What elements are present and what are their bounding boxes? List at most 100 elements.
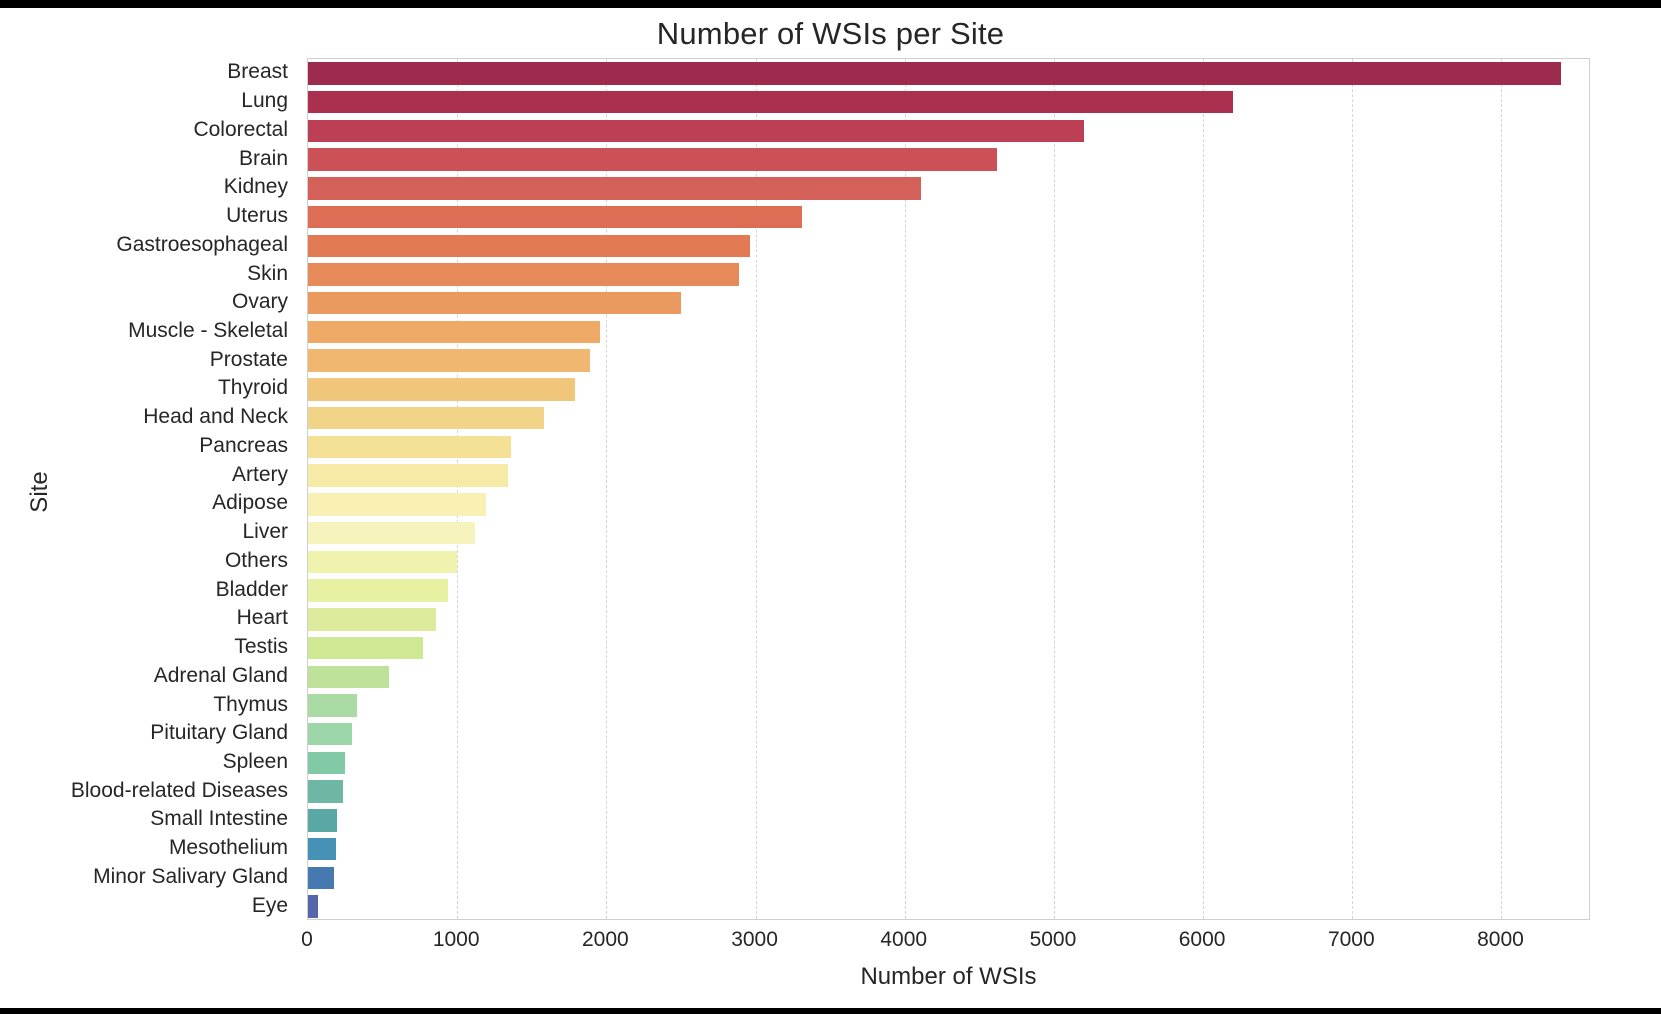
bar-brain[interactable]	[308, 148, 998, 171]
bar-row	[308, 234, 1591, 257]
bar-row	[308, 62, 1591, 85]
x-tick-label: 5000	[1029, 928, 1077, 951]
y-tick-label: Pancreas	[199, 433, 288, 457]
bar-blood-related-diseases[interactable]	[308, 780, 344, 803]
bar-pituitary-gland[interactable]	[308, 723, 352, 746]
screen-top-letterbox	[0, 0, 1661, 8]
bar-row	[308, 349, 1591, 372]
y-tick-label: Eye	[251, 893, 288, 917]
bar-row	[308, 177, 1591, 200]
x-axis-title: Number of WSIs	[860, 963, 1037, 990]
bar-adipose[interactable]	[308, 493, 486, 516]
y-tick-label: Lung	[241, 89, 288, 113]
bar-mesothelium[interactable]	[308, 837, 336, 861]
bar-row	[308, 751, 1591, 775]
y-tick-label: Bladder	[215, 577, 288, 601]
x-tick-label: 3000	[731, 928, 778, 951]
x-tick-label: 8000	[1477, 928, 1524, 951]
y-tick-label: Breast	[227, 60, 288, 84]
bar-row	[308, 608, 1591, 631]
bar-pancreas[interactable]	[308, 435, 511, 459]
bar-row	[308, 406, 1591, 430]
x-tick-label: 6000	[1178, 928, 1226, 951]
bar-row	[308, 493, 1591, 516]
y-tick-label: Ovary	[231, 290, 288, 314]
bar-colorectal[interactable]	[308, 119, 1084, 143]
bar-row	[308, 866, 1591, 890]
y-tick-label: Artery	[231, 462, 288, 486]
bar-lung[interactable]	[308, 90, 1233, 114]
bar-row	[308, 148, 1591, 171]
bar-row	[308, 550, 1591, 574]
bar-ovary[interactable]	[308, 292, 681, 315]
bar-row	[308, 119, 1591, 143]
y-tick-label: Spleen	[222, 749, 288, 773]
bar-row	[308, 292, 1591, 315]
plot-area	[307, 58, 1590, 920]
y-tick-label: Brain	[238, 146, 288, 170]
bar-small-intestine[interactable]	[308, 809, 338, 832]
bar-row	[308, 837, 1591, 861]
y-tick-label: Thymus	[213, 692, 288, 716]
bar-row	[308, 378, 1591, 401]
bar-row	[308, 895, 1591, 918]
x-tick-label: 1000	[432, 928, 480, 951]
bar-minor-salivary-gland[interactable]	[308, 866, 335, 890]
bar-breast[interactable]	[308, 62, 1562, 85]
bar-heart[interactable]	[308, 608, 437, 631]
y-tick-label: Liver	[242, 520, 288, 544]
y-tick-label: Colorectal	[193, 117, 288, 141]
bar-row	[308, 435, 1591, 459]
bar-liver[interactable]	[308, 521, 476, 545]
bar-row	[308, 90, 1591, 114]
bar-gastroesophageal[interactable]	[308, 234, 750, 257]
bar-others[interactable]	[308, 550, 458, 574]
bar-bladder[interactable]	[308, 579, 449, 602]
x-tick-label: 7000	[1327, 928, 1375, 951]
y-tick-label: Gastroesophageal	[116, 232, 288, 256]
bar-row	[308, 464, 1591, 487]
bar-kidney[interactable]	[308, 177, 922, 200]
bar-head-and-neck[interactable]	[308, 406, 544, 430]
bar-thyroid[interactable]	[308, 378, 576, 401]
bar-prostate[interactable]	[308, 349, 590, 372]
y-tick-label: Uterus	[226, 204, 288, 228]
bar-row	[308, 723, 1591, 746]
bar-thymus[interactable]	[308, 694, 358, 717]
x-axis-tick-labels: 0 1000 2000 3000 4000 5000 6000 7000 8000	[301, 928, 1590, 962]
x-tick-label: 2000	[582, 928, 629, 951]
y-tick-label: Heart	[236, 606, 288, 630]
bar-eye[interactable]	[308, 895, 319, 918]
bar-row	[308, 809, 1591, 832]
chart-title: Number of WSIs per Site	[656, 16, 1005, 51]
bar-artery[interactable]	[308, 464, 508, 487]
y-tick-label: Kidney	[223, 175, 288, 199]
y-tick-label: Head and Neck	[143, 405, 288, 429]
y-tick-label: Small Intestine	[150, 807, 288, 831]
y-tick-label: Mesothelium	[168, 836, 288, 860]
bar-row	[308, 263, 1591, 286]
y-tick-label: Muscle - Skeletal	[128, 318, 288, 342]
y-tick-label: Skin	[247, 261, 288, 285]
y-tick-label: Prostate	[209, 347, 288, 371]
y-tick-label: Adrenal Gland	[153, 663, 288, 687]
y-tick-label: Adipose	[212, 491, 288, 515]
y-tick-label: Blood-related Diseases	[70, 778, 288, 802]
bar-series	[308, 59, 1589, 919]
bar-muscle-skeletal[interactable]	[308, 320, 601, 344]
bar-skin[interactable]	[308, 263, 740, 286]
bar-spleen[interactable]	[308, 751, 346, 775]
bar-row	[308, 320, 1591, 344]
bar-row	[308, 205, 1591, 229]
bar-row	[308, 694, 1591, 717]
bar-testis[interactable]	[308, 636, 423, 660]
x-tick-label: 0	[301, 928, 313, 951]
bar-uterus[interactable]	[308, 205, 802, 229]
bar-adrenal-gland[interactable]	[308, 665, 389, 688]
y-tick-label: Testis	[234, 635, 288, 659]
screen-bottom-letterbox	[0, 1008, 1661, 1014]
y-tick-label: Pituitary Gland	[150, 721, 288, 745]
bar-row	[308, 579, 1591, 602]
bar-row	[308, 780, 1591, 803]
y-tick-label: Others	[224, 548, 288, 572]
